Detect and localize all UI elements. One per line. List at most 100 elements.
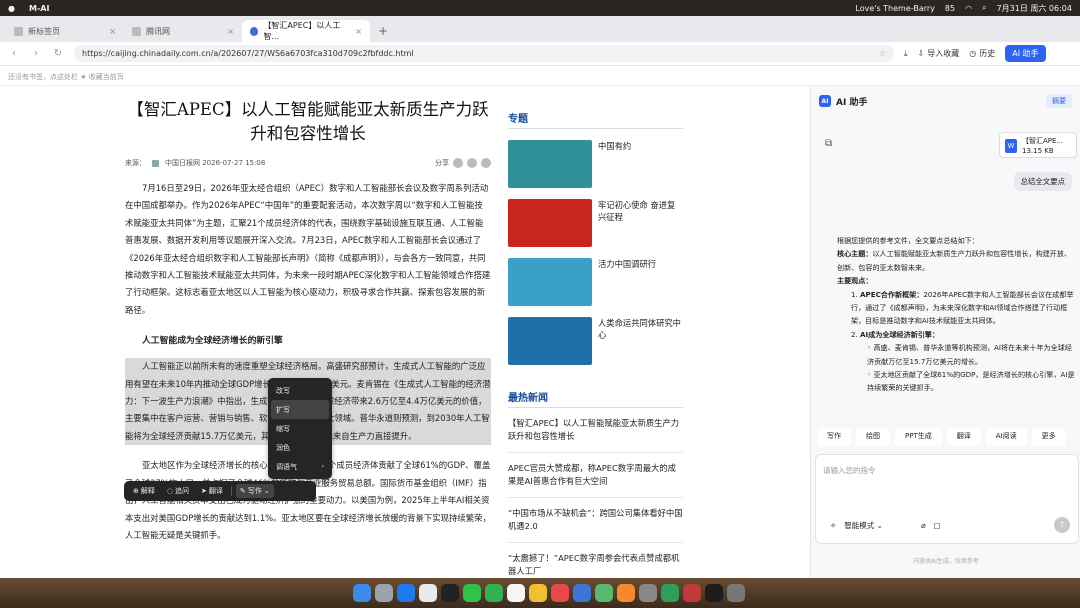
topic-item[interactable]: 人类命运共同体研究中心 [508,317,683,365]
more-share-icon[interactable] [481,158,491,168]
explain-button[interactable]: ⊕ 解释 [129,484,159,498]
terminal-icon[interactable] [441,584,459,602]
answer-points-label: 主要观点： [837,274,1077,287]
import-button[interactable]: ⇩ 导入收藏 [918,48,960,59]
close-icon[interactable]: × [227,27,234,36]
ai-assistant-button[interactable]: AI 助手 [1005,45,1046,62]
news-item[interactable]: “太震撼了！”APEC数字周参会代表点赞成都机器人工厂 [508,543,683,578]
close-icon[interactable]: × [109,27,116,36]
music-now-playing[interactable]: Love's Theme-Barry [855,4,935,13]
send-icon[interactable]: ↑ [1054,517,1070,533]
topic-title[interactable]: 人类命运共同体研究中心 [598,317,683,365]
menu-item-polish[interactable]: 润色 [268,438,332,457]
news-item[interactable]: 【智汇APEC】以人工智能赋能亚太新质生产力跃升和包容性增长 [508,408,683,453]
appstore-icon[interactable] [573,584,591,602]
messages-icon[interactable] [463,584,481,602]
app-icon[interactable] [683,584,701,602]
app-icon[interactable] [705,584,723,602]
address-bar[interactable]: https://caijing.chinadaily.com.cn/a/2026… [74,45,894,62]
mode-label: 智能模式 [844,520,875,530]
tool-more[interactable]: 更多 [1031,428,1066,446]
article-meta: 来源： 中国日报网 2026-07-27 15:08 分享 [125,158,491,168]
file-name: 【智汇APE... [1022,137,1064,145]
settings-icon[interactable] [639,584,657,602]
tool-ppt[interactable]: PPT生成 [895,428,942,446]
launchpad-icon[interactable] [375,584,393,602]
translate-button[interactable]: ➤ 翻译 [197,484,227,498]
tab-favicon [250,26,259,36]
chrome-icon[interactable] [419,584,437,602]
topic-title[interactable]: 活力中国调研行 [598,258,683,306]
side-column: 专题 中国有约 牢记初心使命 奋进复兴征程 活力中国调研行 人类命运共同体研究中… [508,86,683,578]
trash-icon[interactable] [727,584,745,602]
crop-icon[interactable]: ▢ [933,521,940,530]
topic-item[interactable]: 活力中国调研行 [508,258,683,306]
wechat-share-icon[interactable] [453,158,463,168]
weibo-share-icon[interactable] [467,158,477,168]
reload-icon[interactable]: ↻ [52,48,64,59]
answer-theme: 核心主题：以人工智能赋能亚太新质生产力跃升和包容性增长，构建开放、创新、包容的亚… [837,247,1077,274]
news-item[interactable]: APEC官员大赞成都，称APEC数字周最大的成果是AI普惠合作有巨大空间 [508,453,683,498]
back-icon[interactable]: ‹ [8,48,20,59]
tool-draw[interactable]: 绘图 [856,428,890,446]
attach-icon[interactable]: ⌀ [921,521,926,530]
write-button[interactable]: ✎ 写作 ⌄ [235,484,274,498]
pages-icon[interactable] [617,584,635,602]
finder-icon[interactable] [353,584,371,602]
menu-item-rewrite[interactable]: 改写 [268,381,332,400]
tool-ai-read[interactable]: AI阅读 [985,428,1027,446]
page-content[interactable]: 【智汇APEC】以人工智能赋能亚太新质生产力跃升和包容性增长 来源： 中国日报网… [0,86,810,578]
app-name[interactable]: M-AI [29,4,49,13]
tool-translate[interactable]: 翻译 [946,428,981,446]
history-button[interactable]: ◷ 历史 [969,48,995,59]
download-icon[interactable]: ⤓ [904,49,908,59]
topic-thumbnail[interactable] [508,199,592,247]
tool-write[interactable]: 写作 [817,428,851,446]
apple-icon[interactable]: ● [8,4,15,13]
import-label: 导入收藏 [927,49,960,58]
ask-button[interactable]: ◌ 追问 [163,484,193,498]
datetime[interactable]: 7月31日 周六 06:04 [997,3,1072,14]
chevron-right-icon: › [321,463,324,470]
topic-item[interactable]: 中国有约 [508,140,683,188]
topic-thumbnail[interactable] [508,140,592,188]
menu-item-tone[interactable]: 调语气 › [268,457,332,476]
star-icon[interactable]: ☆ [879,49,886,58]
search-icon[interactable]: ⌕ [982,3,986,13]
wifi-icon[interactable]: ◠ [965,4,972,13]
topic-item[interactable]: 牢记初心使命 奋进复兴征程 [508,199,683,247]
prompt-input[interactable]: 请输入您的指令 ✧ 智能模式 ⌄ ⌀ ▢ ↑ [815,454,1079,544]
answer-point-1: 1. APEC合作新框架：2026年APEC数字和人工智能部长会议在成都举行，通… [851,289,1074,326]
tab-favicon [14,26,23,36]
prompt-controls: ✧ 智能模式 ⌄ ⌀ ▢ ↑ [830,517,1070,533]
topic-thumbnail[interactable] [508,258,592,306]
app-icon[interactable] [661,584,679,602]
numbers-icon[interactable] [595,584,613,602]
topic-title[interactable]: 中国有约 [598,140,683,188]
safari-icon[interactable] [397,584,415,602]
add-tab-icon[interactable]: + [370,24,396,42]
notes-icon[interactable] [529,584,547,602]
attached-file[interactable]: W 【智汇APE... 13.15 KB [999,132,1077,158]
menu-item-shorten[interactable]: 缩写 [268,419,332,438]
new-chat-icon[interactable]: ⧉ [825,138,832,149]
menu-item-tone-label: 调语气 [276,462,297,471]
tab-new[interactable]: 新标签页 × [6,20,124,42]
tab-favicon [132,26,141,36]
calendar-icon[interactable] [507,584,525,602]
topic-title[interactable]: 牢记初心使命 奋进复兴征程 [598,199,683,247]
tab-article[interactable]: 【智汇APEC】以人工智... × [242,20,370,42]
close-icon[interactable]: × [355,27,362,36]
forward-icon[interactable]: › [30,48,42,59]
smart-mode-select[interactable]: 智能模式 ⌄ [844,520,883,531]
news-item[interactable]: “中国市场从不缺机会”：跨国公司集体看好中国机遇2.0 [508,498,683,543]
wechat-icon[interactable] [485,584,503,602]
summary-button[interactable]: 摘要 [1046,94,1072,108]
battery-level[interactable]: 85 [945,4,955,13]
menu-item-expand[interactable]: 扩写 [271,400,329,419]
music-icon[interactable] [551,584,569,602]
ai-answer: 根据您提供的参考文件，全文要点总结如下： 核心主题：以人工智能赋能亚太新质生产力… [837,234,1077,395]
answer-sub-2: ◦ 亚太地区贡献了全球61%的GDP，是经济增长的核心引擎，AI是持续繁荣的关键… [867,370,1075,393]
tab-tencent[interactable]: 腾讯网 × [124,20,242,42]
topic-thumbnail[interactable] [508,317,592,365]
